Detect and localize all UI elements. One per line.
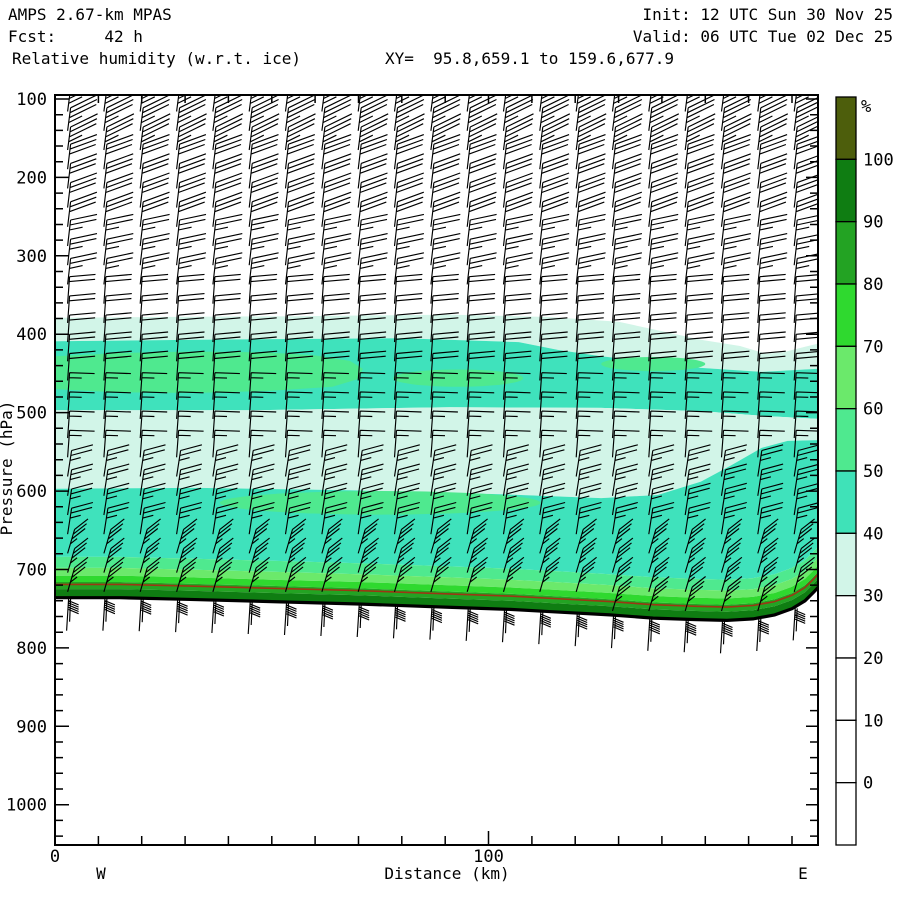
colorbar-tick-label: 50 <box>863 462 883 482</box>
y-tick-label: 300 <box>16 247 47 267</box>
colorbar-segment <box>835 221 857 285</box>
colorbar-tick-label: 70 <box>863 337 883 357</box>
y-tick-label: 400 <box>16 325 47 345</box>
colorbar-tick-label: 40 <box>863 524 883 544</box>
y-tick-label: 1000 <box>6 796 47 816</box>
chart-render-root: 10020030040050060070080090010000 10010090… <box>6 90 894 867</box>
y-tick-label: 800 <box>16 639 47 659</box>
amps-cross-section-page: AMPS 2.67-km MPAS Fcst: 42 h Relative hu… <box>0 0 900 900</box>
y-tick-label: 900 <box>16 717 47 737</box>
colorbar-tick-label: 60 <box>863 400 883 420</box>
colorbar-tick-label: 10 <box>863 711 883 731</box>
colorbar-segment <box>835 408 857 472</box>
colorbar-segment <box>835 345 857 410</box>
x-tick-label: 0 <box>50 847 60 867</box>
colorbar-unit: % <box>861 97 871 117</box>
east-end-label: E <box>798 864 808 883</box>
colorbar-tick-label: 20 <box>863 649 883 669</box>
colorbar-segment <box>835 96 857 160</box>
cross-section-chart: 10020030040050060070080090010000 10010090… <box>0 90 894 883</box>
y-tick-label: 500 <box>16 404 47 424</box>
y-axis-title: Pressure (hPa) <box>0 401 16 536</box>
y-tick-label: 700 <box>16 560 47 580</box>
colorbar-segment <box>835 595 857 659</box>
colorbar-tick-label: 100 <box>863 150 894 170</box>
colorbar-segment <box>835 532 857 597</box>
west-end-label: W <box>96 864 106 883</box>
colorbar-segment <box>835 158 857 223</box>
colorbar-segment <box>835 283 857 347</box>
colorbar-segment <box>835 657 857 721</box>
colorbar-segment <box>835 470 857 534</box>
colorbar-segment <box>835 782 857 846</box>
colorbar-tick-label: 30 <box>863 587 883 607</box>
colorbar: 1009080706050403020100 <box>835 96 894 846</box>
colorbar-segment <box>835 719 857 784</box>
y-tick-label: 600 <box>16 482 47 502</box>
colorbar-tick-label: 90 <box>863 213 883 233</box>
y-tick-label: 200 <box>16 168 47 188</box>
colorbar-tick-label: 80 <box>863 275 883 295</box>
x-axis-title: Distance (km) <box>384 864 509 883</box>
colorbar-tick-label: 0 <box>863 774 873 794</box>
y-tick-label: 100 <box>16 90 47 110</box>
